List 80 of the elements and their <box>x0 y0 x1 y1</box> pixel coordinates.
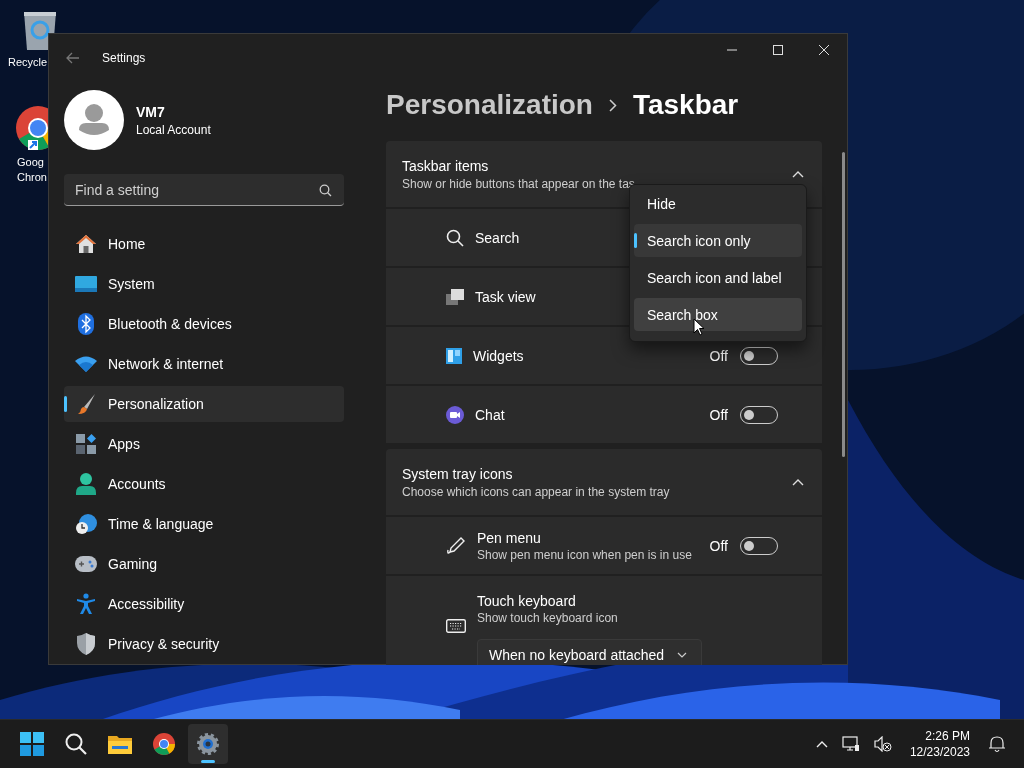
search-icon <box>446 228 464 247</box>
chevron-up-icon[interactable] <box>792 170 804 178</box>
clock-date: 12/23/2023 <box>909 744 970 760</box>
gear-icon <box>196 732 220 756</box>
toggle-state: Off <box>709 347 728 364</box>
nav-item[interactable]: Privacy & security <box>64 626 344 662</box>
pen-icon <box>446 535 466 556</box>
person-icon <box>75 473 97 495</box>
dropdown[interactable]: When no keyboard attached <box>477 639 702 665</box>
chevron-right-icon <box>608 98 617 112</box>
window-title: Settings <box>102 51 146 65</box>
setting-label: Pen menu <box>477 529 542 546</box>
folder-icon <box>108 734 132 754</box>
nav-item[interactable]: Gaming <box>64 546 344 582</box>
chrome-icon <box>152 732 176 756</box>
section-header[interactable]: System tray icons Choose which icons can appear in the system tray <box>386 449 822 515</box>
scrollbar[interactable] <box>842 152 845 457</box>
toggle-state: Off <box>709 537 728 554</box>
monitor-icon <box>75 276 97 292</box>
keyboard-icon <box>446 619 466 633</box>
nav-item[interactable]: Bluetooth & devices <box>64 306 344 342</box>
setting-description: Show touch keyboard icon <box>477 611 618 625</box>
section-title: System tray icons <box>402 465 514 482</box>
page-title: Taskbar <box>632 89 739 121</box>
chevron-down-icon <box>677 652 687 658</box>
search-icon <box>65 733 87 755</box>
nav-item[interactable]: Personalization <box>64 386 344 422</box>
menu-option[interactable]: Search icon and label <box>634 261 802 294</box>
clock-time: 2:26 PM <box>925 728 970 744</box>
clock[interactable]: 2:26 PM 12/23/2023 <box>909 728 970 760</box>
bluetooth-icon <box>75 313 97 335</box>
selection-indicator <box>64 396 67 412</box>
setting-label: Search <box>475 229 520 246</box>
setting-label: Touch keyboard <box>477 593 577 609</box>
nav-item[interactable]: System <box>64 266 344 302</box>
settings-button[interactable] <box>188 724 228 764</box>
bell-icon[interactable] <box>988 735 1006 753</box>
setting-label: Widgets <box>473 347 524 364</box>
nav-item[interactable]: Network & internet <box>64 346 344 382</box>
apps-icon <box>75 434 97 454</box>
setting-label: Chat <box>475 406 505 423</box>
task-view-icon <box>446 288 464 305</box>
windows-logo-icon <box>20 732 44 756</box>
breadcrumb-link[interactable]: Personalization <box>386 89 593 121</box>
nav-item[interactable]: Accessibility <box>64 586 344 622</box>
game-controller-icon <box>75 556 97 572</box>
account-type: Local Account <box>136 122 211 137</box>
chevron-up-icon[interactable] <box>792 478 804 486</box>
network-icon[interactable] <box>841 736 860 752</box>
menu-option[interactable]: Search icon only <box>634 224 802 257</box>
section-title: Taskbar items <box>402 157 490 174</box>
house-icon <box>75 234 97 254</box>
shield-icon <box>75 633 97 655</box>
mouse-pointer-icon <box>693 318 705 336</box>
account-name: VM7 <box>136 103 166 120</box>
accessibility-icon <box>75 593 97 615</box>
search-field[interactable]: Find a setting <box>64 174 344 206</box>
back-arrow-icon[interactable] <box>66 52 80 64</box>
volume-muted-icon[interactable] <box>873 736 892 752</box>
maximize-icon <box>773 45 783 55</box>
chevron-up-icon[interactable] <box>815 740 828 748</box>
widgets-icon <box>446 347 462 364</box>
search-icon <box>319 184 332 197</box>
desktop-icon-label: Goog Chron <box>17 155 47 185</box>
avatar-icon <box>64 90 124 150</box>
menu-option[interactable]: Search box <box>634 298 802 331</box>
close-icon <box>819 45 829 55</box>
wifi-icon <box>75 356 97 372</box>
setting-label: Task view <box>475 288 536 305</box>
globe-clock-icon <box>75 513 97 535</box>
nav-item[interactable]: Accounts <box>64 466 344 502</box>
selection-indicator <box>634 233 637 248</box>
chat-icon <box>446 405 464 424</box>
nav-item[interactable]: Time & language <box>64 506 344 542</box>
section-description: Choose which icons can appear in the system tray <box>402 484 671 499</box>
setting-description: Show pen menu icon when pen is in use <box>477 547 692 562</box>
nav-item[interactable]: Home <box>64 226 344 262</box>
desktop-icon-label: Recycle <box>8 55 48 70</box>
nav-item[interactable]: Apps <box>64 426 344 462</box>
toggle-state: Off <box>709 406 728 423</box>
